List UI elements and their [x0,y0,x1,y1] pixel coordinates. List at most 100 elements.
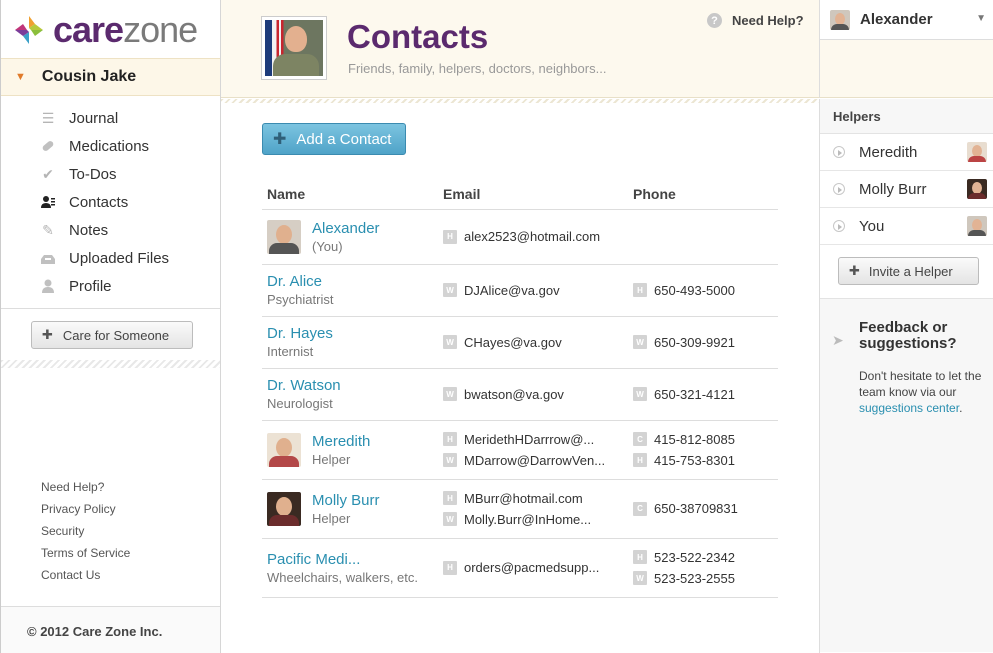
avatar[interactable] [267,491,301,526]
sidebar-item-journal[interactable]: ☰ Journal [1,104,220,132]
contact-name[interactable]: Dr. Hayes [267,325,438,342]
email-value[interactable]: alex2523@hotmail.com [464,229,600,244]
phone-value[interactable]: 415-753-8301 [654,453,735,468]
contact-name[interactable]: Molly Burr [312,492,380,509]
table-row[interactable]: Dr. Watson Neurologist Wbwatson@va.gov W… [262,368,778,421]
contact-text: Molly Burr Helper [312,492,380,526]
phone-value[interactable]: 415-812-8085 [654,432,735,447]
patient-photo-image [265,20,323,76]
email-line: Horders@pacmedsupp... [443,557,628,578]
column-header-email[interactable]: Email [438,179,628,210]
sidebar-item-label: Uploaded Files [69,249,170,267]
carezone-logo[interactable]: carezone [13,8,198,52]
footer-link-security[interactable]: Security [41,522,130,544]
column-header-phone[interactable]: Phone [628,179,778,210]
email-value[interactable]: CHayes@va.gov [464,335,562,350]
sidebar-item-medications[interactable]: Medications [1,132,220,160]
phone-line: H 415-753-8301 [633,450,778,471]
sidebar-item-label: Journal [69,109,119,127]
footer-link-privacy[interactable]: Privacy Policy [41,500,130,522]
sidebar-item-todos[interactable]: ✔ To-Dos [1,160,220,188]
email-value[interactable]: orders@pacmedsupp... [464,560,599,575]
email-value[interactable]: MeridethHDarrrow@... [464,432,594,447]
phone-value[interactable]: 650-493-5000 [654,283,735,298]
feedback-body: Don't hesitate to let the team know via … [859,369,982,399]
plus-icon: ✚ [273,131,287,148]
phone-line: H 650-493-5000 [633,280,778,301]
table-row[interactable]: Alexander (You) Halex2523@hotmail.com [262,209,778,265]
footer-links: Need Help? Privacy Policy Security Terms… [41,478,130,588]
email-value[interactable]: Molly.Burr@InHome... [464,512,591,527]
contact-name[interactable]: Dr. Watson [267,377,438,394]
contact-name[interactable]: Pacific Medi... [267,551,438,568]
table-row[interactable]: Meredith Helper H MeridethHDarrrow@... WM… [262,420,778,480]
sidebar-item-uploaded-files[interactable]: Uploaded Files [1,244,220,272]
contact-name[interactable]: Dr. Alice [267,273,438,290]
patient-name: Cousin Jake [41,68,137,85]
email-value[interactable]: MBurr@hotmail.com [464,491,583,506]
help-icon: ? [707,13,722,28]
sidebar-item-notes[interactable]: ✎ Notes [1,216,220,244]
column-header-name[interactable]: Name [262,179,438,210]
email-cell: W CHayes@va.gov [438,316,628,369]
footer-link-contact[interactable]: Contact Us [41,566,130,588]
play-icon [833,146,845,158]
invite-helper-label: Invite a Helper [868,263,953,279]
email-type-badge: H [443,491,457,505]
photo-body [273,54,319,76]
carezone-logo-icon [15,16,43,44]
helper-item-meredith[interactable]: Meredith [820,134,993,171]
avatar[interactable] [267,432,301,467]
feedback-panel: ➤ Feedback or suggestions? Don't hesitat… [820,298,993,652]
sidebar-item-contacts[interactable]: Contacts [1,188,220,216]
page-subtitle: Friends, family, helpers, doctors, neigh… [348,61,607,76]
need-help-link[interactable]: ? Need Help? [707,13,804,28]
email-value[interactable]: MDarrow@DarrowVen... [464,453,605,468]
phone-value[interactable]: 650-321-4121 [654,387,735,402]
email-value[interactable]: bwatson@va.gov [464,387,564,402]
contact-name[interactable]: Alexander [312,220,380,237]
phone-cell: H 523-522-2342 W 523-523-2555 [628,538,778,598]
contact-name[interactable]: Meredith [312,433,370,450]
suggestions-center-link[interactable]: suggestions center [859,401,959,415]
avatar [967,216,987,236]
phone-cell [628,209,778,265]
contact-role: Internist [267,344,314,359]
invite-helper-button[interactable]: ✚ Invite a Helper [838,257,979,285]
person-icon [39,278,57,294]
phone-line: W 650-321-4121 [633,384,778,405]
helper-item-molly-burr[interactable]: Molly Burr [820,171,993,208]
user-menu[interactable]: Alexander ▼ [819,0,993,40]
name-cell: Alexander (You) [262,209,438,265]
phone-value[interactable]: 650-309-9921 [654,335,735,350]
phone-value[interactable]: 650-38709831 [654,501,738,516]
footer-link-terms[interactable]: Terms of Service [41,544,130,566]
contact-text: Alexander (You) [312,220,380,254]
sidebar-item-profile[interactable]: Profile [1,272,220,300]
patient-photo[interactable] [261,16,327,80]
avatar [830,9,850,30]
add-contact-button[interactable]: ✚ Add a Contact [262,123,406,155]
email-type-badge: W [443,512,457,526]
pencil-icon: ✎ [42,221,54,238]
phone-value[interactable]: 523-522-2342 [654,550,735,565]
table-row[interactable]: Pacific Medi... Wheelchairs, walkers, et… [262,538,778,598]
table-row[interactable]: Dr. Hayes Internist W CHayes@va.gov W 650-… [262,316,778,369]
footer-link-need-help[interactable]: Need Help? [41,478,130,500]
divider [221,99,819,103]
patient-selector[interactable]: ▼ Cousin Jake [1,58,220,96]
contact-role: Psychiatrist [267,292,334,307]
email-cell: Horders@pacmedsupp... [438,538,628,598]
phone-value[interactable]: 523-523-2555 [654,571,735,586]
email-cell: H MBurr@hotmail.com W Molly.Burr@InHome... [438,479,628,539]
email-value[interactable]: DJAlice@va.gov [464,283,560,298]
care-for-someone-button[interactable]: ✚ Care for Someone [31,321,193,349]
email-cell: Halex2523@hotmail.com [438,209,628,265]
table-row[interactable]: Dr. Alice Psychiatrist W DJAlice@va.gov H… [262,264,778,317]
play-icon [833,183,845,195]
helper-name: Molly Burr [859,180,927,198]
avatar[interactable] [267,219,301,254]
name-cell: Pacific Medi... Wheelchairs, walkers, et… [262,538,438,598]
helper-item-you[interactable]: You [820,208,993,245]
table-row[interactable]: Molly Burr Helper H MBurr@hotmail.com W Mo… [262,479,778,539]
